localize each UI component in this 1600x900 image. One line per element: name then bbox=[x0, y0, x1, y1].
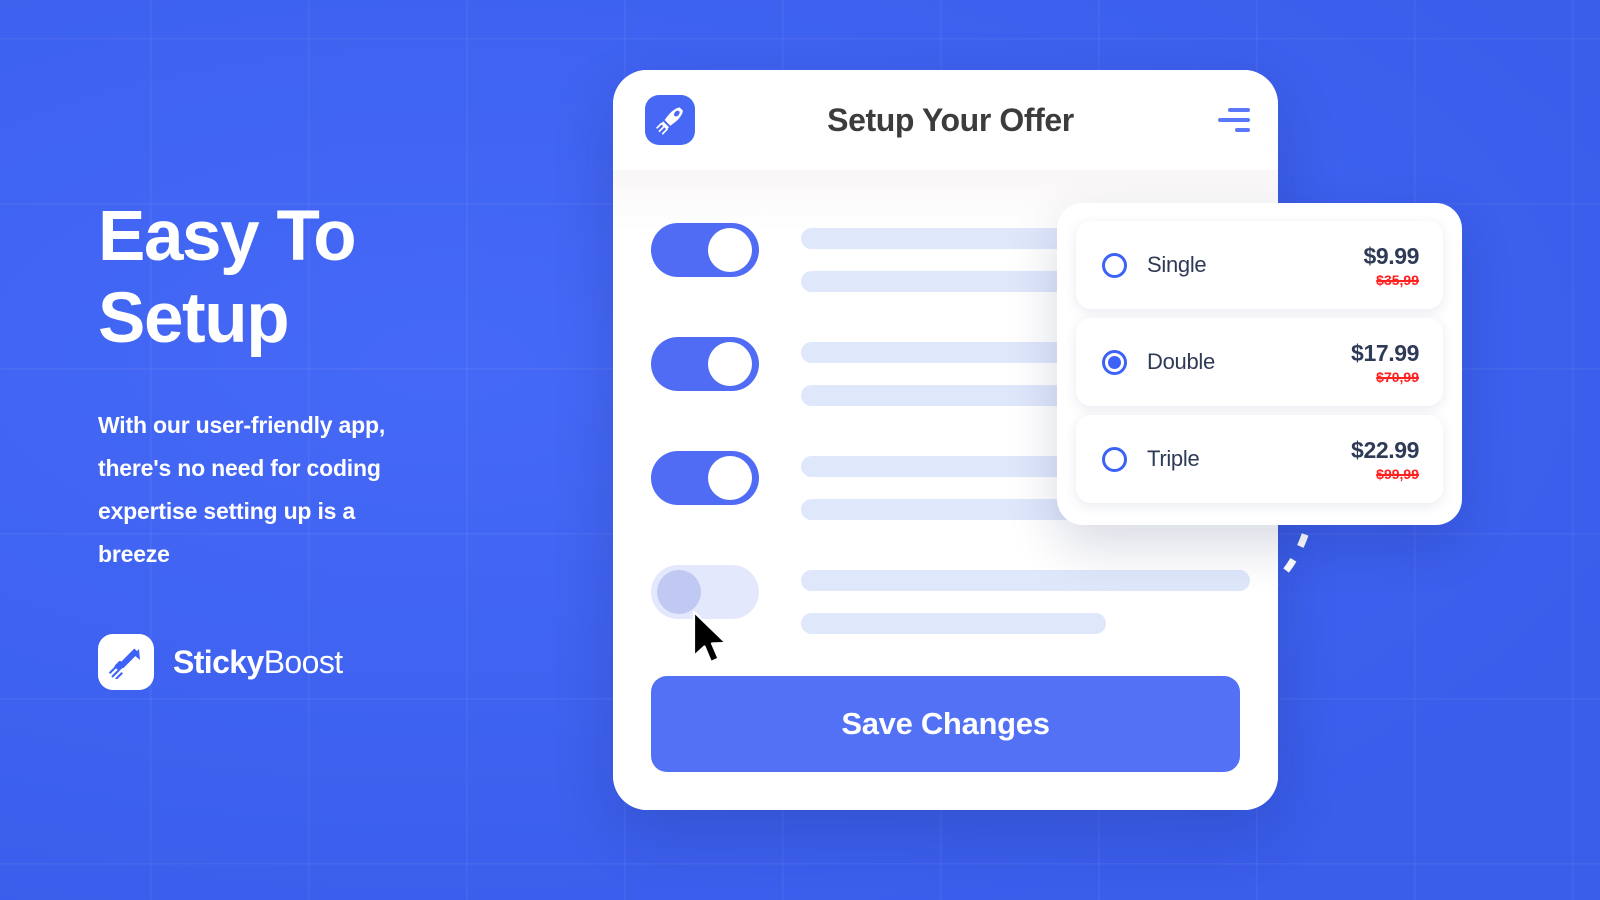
page-title: Easy To Setup bbox=[98, 196, 528, 360]
radio-triple[interactable] bbox=[1102, 446, 1127, 472]
price-option-single[interactable]: Single $9.99 $35,99 bbox=[1076, 221, 1443, 309]
price-option-prices: $9.99 $35,99 bbox=[1363, 243, 1419, 288]
offer-placeholder-text bbox=[801, 560, 1250, 634]
brand-name-bold: Sticky bbox=[173, 643, 264, 680]
brand-name: StickyBoost bbox=[173, 644, 343, 681]
pricing-options-card: Single $9.99 $35,99 Double $17.99 $70,99… bbox=[1057, 203, 1462, 525]
hamburger-menu-icon[interactable] bbox=[1216, 106, 1250, 134]
hero-subcopy: With our user-friendly app, there's no n… bbox=[98, 412, 386, 567]
price-original: $35,99 bbox=[1376, 271, 1419, 288]
price-option-label: Single bbox=[1147, 252, 1207, 277]
price-current: $17.99 bbox=[1351, 339, 1419, 366]
toggle-knob bbox=[708, 228, 752, 272]
app-header: Setup Your Offer bbox=[613, 70, 1278, 170]
offer-toggle-4[interactable] bbox=[651, 565, 759, 619]
placeholder-bar bbox=[801, 570, 1250, 591]
price-option-double[interactable]: Double $17.99 $70,99 bbox=[1076, 318, 1443, 406]
offer-toggle-1[interactable] bbox=[651, 223, 759, 277]
toggle-knob bbox=[708, 342, 752, 386]
placeholder-bar bbox=[801, 613, 1107, 634]
brand-logo: StickyBoost bbox=[98, 634, 528, 690]
price-option-label: Triple bbox=[1147, 446, 1200, 471]
price-option-info: Triple bbox=[1147, 446, 1351, 472]
price-option-label: Double bbox=[1147, 349, 1215, 374]
price-option-info: Single bbox=[1147, 252, 1363, 278]
hero-panel: Easy To Setup With our user-friendly app… bbox=[98, 196, 528, 690]
brand-name-light: Boost bbox=[263, 643, 343, 680]
price-current: $22.99 bbox=[1351, 436, 1419, 463]
rocket-arrow-icon bbox=[98, 634, 154, 690]
offer-row bbox=[651, 560, 1250, 634]
price-original: $99,99 bbox=[1376, 465, 1419, 482]
headline-line-2: Setup bbox=[98, 279, 290, 358]
offer-toggle-3[interactable] bbox=[651, 451, 759, 505]
toggle-knob bbox=[708, 456, 752, 500]
price-option-triple[interactable]: Triple $22.99 $99,99 bbox=[1076, 415, 1443, 503]
price-original: $70,99 bbox=[1376, 368, 1419, 385]
phone-title: Setup Your Offer bbox=[827, 101, 1074, 138]
radio-single[interactable] bbox=[1102, 252, 1127, 278]
price-option-prices: $17.99 $70,99 bbox=[1351, 340, 1419, 385]
save-changes-button[interactable]: Save Changes bbox=[651, 676, 1240, 772]
offer-toggle-2[interactable] bbox=[651, 337, 759, 391]
toggle-knob bbox=[657, 570, 701, 614]
price-current: $9.99 bbox=[1363, 242, 1419, 269]
price-option-prices: $22.99 $99,99 bbox=[1351, 437, 1419, 482]
price-option-info: Double bbox=[1147, 349, 1351, 375]
radio-double[interactable] bbox=[1102, 349, 1127, 375]
headline-line-1: Easy To bbox=[98, 197, 357, 276]
